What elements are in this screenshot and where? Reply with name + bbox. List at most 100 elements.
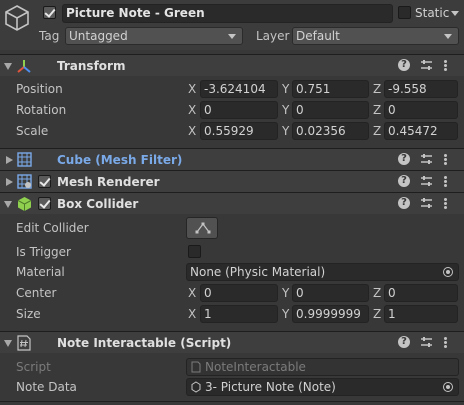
box-collider-component-header[interactable]: Box Collider ? <box>0 192 464 214</box>
presets-icon[interactable] <box>420 175 433 188</box>
y-axis-label: Y <box>282 103 290 117</box>
component-header-icons: ? <box>398 175 458 189</box>
edit-collider-button[interactable] <box>186 217 218 239</box>
context-menu-icon[interactable] <box>443 175 447 188</box>
rotation-z-field[interactable]: 0 <box>384 101 458 119</box>
scale-y-field[interactable]: 0.02356 <box>292 122 369 140</box>
mesh-filter-component-header[interactable]: Cube (Mesh Filter) ? <box>0 148 464 170</box>
layer-dropdown[interactable]: Default <box>292 27 459 45</box>
bottom-divider <box>0 401 464 402</box>
script-value: NoteInteractable <box>205 360 306 374</box>
x-axis-label: X <box>188 307 197 321</box>
green-cube-icon <box>17 197 32 211</box>
center-x-field[interactable]: 0 <box>200 284 278 302</box>
enabled-checkbox[interactable] <box>38 175 51 188</box>
tag-dropdown[interactable]: Untagged <box>65 27 243 45</box>
note-data-field[interactable]: 3- Picture Note (Note) <box>186 378 459 396</box>
note-data-label: Note Data <box>16 380 77 394</box>
foldout-arrow[interactable] <box>4 63 12 70</box>
tag-label: Tag <box>39 29 60 43</box>
chevron-down-icon <box>228 34 236 39</box>
is-trigger-label: Is Trigger <box>16 245 71 259</box>
context-menu-icon[interactable] <box>443 197 447 210</box>
foldout-arrow[interactable] <box>4 201 12 208</box>
center-label: Center <box>16 286 57 300</box>
presets-icon[interactable] <box>420 336 433 349</box>
component-header-icons: ? <box>398 336 458 350</box>
presets-icon[interactable] <box>420 59 433 72</box>
z-axis-label: Z <box>373 103 382 117</box>
component-title: Transform <box>57 59 126 73</box>
component-title[interactable]: Cube (Mesh Filter) <box>57 152 182 168</box>
rotation-y-field[interactable]: 0 <box>292 101 369 119</box>
rotation-label: Rotation <box>16 103 67 117</box>
size-y-field[interactable]: 0.9999999 <box>292 305 369 323</box>
object-picker-icon[interactable] <box>443 382 453 392</box>
rotation-x-field[interactable]: 0 <box>200 101 278 119</box>
layer-value: Default <box>296 29 340 43</box>
center-z-field[interactable]: 0 <box>384 284 458 302</box>
foldout-arrow[interactable] <box>4 340 12 347</box>
static-checkbox[interactable] <box>398 6 411 19</box>
y-axis-label: Y <box>282 286 290 300</box>
is-trigger-checkbox[interactable] <box>188 245 201 258</box>
help-icon[interactable]: ? <box>398 197 410 209</box>
static-dropdown-arrow[interactable] <box>451 11 459 16</box>
help-icon[interactable]: ? <box>398 336 410 348</box>
help-icon[interactable]: ? <box>398 153 410 165</box>
z-axis-label: Z <box>373 286 382 300</box>
context-menu-icon[interactable] <box>443 153 447 166</box>
foldout-arrow[interactable] <box>6 178 13 186</box>
static-label: Static <box>415 6 450 20</box>
mesh-grid-icon <box>17 152 32 167</box>
script-field: NoteInteractable <box>186 358 459 376</box>
script-file-icon <box>191 361 201 373</box>
position-y-field[interactable]: 0.751 <box>292 80 369 98</box>
note-interactable-component-header[interactable]: Note Interactable (Script) ? <box>0 331 464 353</box>
size-label: Size <box>16 307 41 321</box>
x-axis-label: X <box>188 103 197 117</box>
component-title: Mesh Renderer <box>57 175 160 189</box>
presets-icon[interactable] <box>420 153 433 166</box>
material-field[interactable]: None (Physic Material) <box>186 263 459 281</box>
cube-outline-icon <box>5 5 29 31</box>
x-axis-label: X <box>188 82 197 96</box>
material-value: None (Physic Material) <box>190 265 326 279</box>
component-header-icons: ? <box>398 59 458 73</box>
object-picker-icon[interactable] <box>443 267 453 277</box>
x-axis-label: X <box>188 286 197 300</box>
help-icon[interactable]: ? <box>398 59 410 71</box>
transform-axes-icon <box>17 60 31 73</box>
edit-collider-label: Edit Collider <box>16 221 89 235</box>
mesh-renderer-component-header[interactable]: Mesh Renderer ? <box>0 170 464 192</box>
script-label: Script <box>16 360 51 374</box>
x-axis-label: X <box>188 124 197 138</box>
material-label: Material <box>16 265 65 279</box>
position-z-field[interactable]: -9.558 <box>384 80 458 98</box>
component-title: Box Collider <box>57 197 139 211</box>
scale-z-field[interactable]: 0.45472 <box>384 122 458 140</box>
z-axis-label: Z <box>373 82 382 96</box>
size-x-field[interactable]: 1 <box>200 305 278 323</box>
help-icon[interactable]: ? <box>398 175 410 187</box>
size-z-field[interactable]: 1 <box>384 305 458 323</box>
y-axis-label: Y <box>282 82 290 96</box>
active-checkbox[interactable] <box>43 6 56 19</box>
enabled-checkbox[interactable] <box>38 197 51 210</box>
context-menu-icon[interactable] <box>443 336 447 349</box>
tag-value: Untagged <box>69 29 128 43</box>
center-y-field[interactable]: 0 <box>292 284 369 302</box>
object-name-field[interactable]: Picture Note - Green <box>62 4 393 23</box>
component-title: Note Interactable (Script) <box>57 336 232 350</box>
position-x-field[interactable]: -3.624104 <box>200 80 278 98</box>
scale-label: Scale <box>16 124 49 138</box>
gameobject-header: Picture Note - Green Static Tag Untagged… <box>0 0 464 50</box>
scale-x-field[interactable]: 0.55929 <box>200 122 278 140</box>
edit-bounds-icon <box>195 222 211 234</box>
context-menu-icon[interactable] <box>443 59 447 72</box>
transform-component-header[interactable]: Transform ? <box>0 54 464 76</box>
component-header-icons: ? <box>398 197 458 211</box>
mesh-renderer-icon <box>17 174 32 189</box>
foldout-arrow[interactable] <box>6 156 13 164</box>
presets-icon[interactable] <box>420 197 433 210</box>
